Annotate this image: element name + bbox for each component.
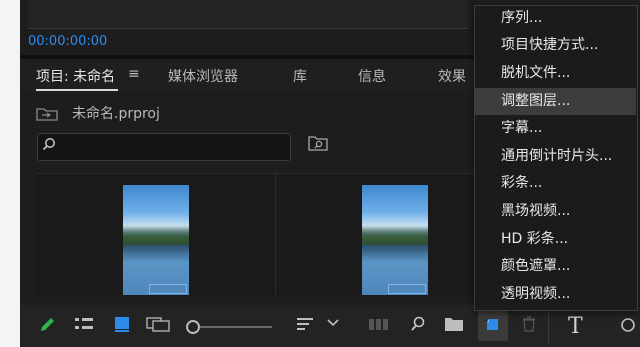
ellipse-tool-icon[interactable]	[616, 316, 636, 334]
tab-project[interactable]: 项目: 未命名	[36, 66, 115, 86]
freeform-view-icon[interactable]	[146, 316, 172, 332]
menu-item-adjustment-layer[interactable]: 调整图层...	[474, 88, 636, 115]
chevron-down-icon[interactable]	[327, 318, 339, 328]
menu-item-bars-and-tone[interactable]: 彩条...	[474, 170, 636, 197]
project-filename: 未命名.prproj	[72, 106, 160, 122]
new-bin-icon[interactable]	[444, 316, 464, 332]
menu-item-sequence[interactable]: 序列...	[474, 5, 636, 32]
new-item-icon	[487, 319, 498, 330]
sort-icon[interactable]	[296, 316, 314, 332]
trash-icon[interactable]	[522, 316, 536, 332]
type-tool-icon[interactable]: T	[568, 314, 583, 339]
tab-media-browser[interactable]: 媒体浏览器	[168, 66, 238, 86]
zoom-slider-handle[interactable]	[186, 320, 200, 334]
menu-item-captions[interactable]: 字幕...	[474, 115, 636, 142]
panel-menu-icon[interactable]: ≡	[128, 66, 140, 82]
source-monitor	[28, 0, 468, 29]
tab-info[interactable]: 信息	[358, 66, 386, 86]
menu-item-offline-file[interactable]: 脱机文件...	[474, 60, 636, 87]
menu-item-project-shortcut[interactable]: 项目快捷方式...	[474, 32, 636, 59]
menu-item-color-matte[interactable]: 颜色遮罩...	[474, 253, 636, 280]
pencil-icon[interactable]	[38, 316, 56, 334]
menu-item-hd-bars[interactable]: HD 彩条...	[474, 226, 636, 253]
clip-thumbnail[interactable]	[362, 185, 428, 295]
menu-item-transparent-video[interactable]: 透明视频...	[474, 281, 636, 308]
search-icon	[42, 138, 55, 151]
icon-view-icon[interactable]	[114, 316, 130, 332]
find-icon[interactable]	[410, 316, 426, 332]
active-tab-indicator	[36, 89, 118, 91]
desktop-background	[0, 0, 20, 347]
search-input[interactable]	[37, 133, 291, 161]
zoom-slider-track[interactable]	[196, 326, 272, 328]
tab-effects[interactable]: 效果	[438, 66, 466, 86]
toolbar-divider	[548, 308, 549, 344]
timecode-display[interactable]: 00:00:00:00	[28, 34, 107, 49]
find-in-bin-icon[interactable]	[308, 135, 328, 151]
list-view-icon[interactable]	[74, 316, 94, 332]
menu-item-universal-countdown[interactable]: 通用倒计时片头...	[474, 143, 636, 170]
project-folder-icon	[36, 108, 58, 121]
tab-libraries[interactable]: 库	[293, 66, 307, 86]
menu-item-black-video[interactable]: 黑场视频...	[474, 198, 636, 225]
clip-thumbnail[interactable]	[123, 185, 189, 295]
automate-to-sequence-icon[interactable]	[368, 316, 390, 332]
